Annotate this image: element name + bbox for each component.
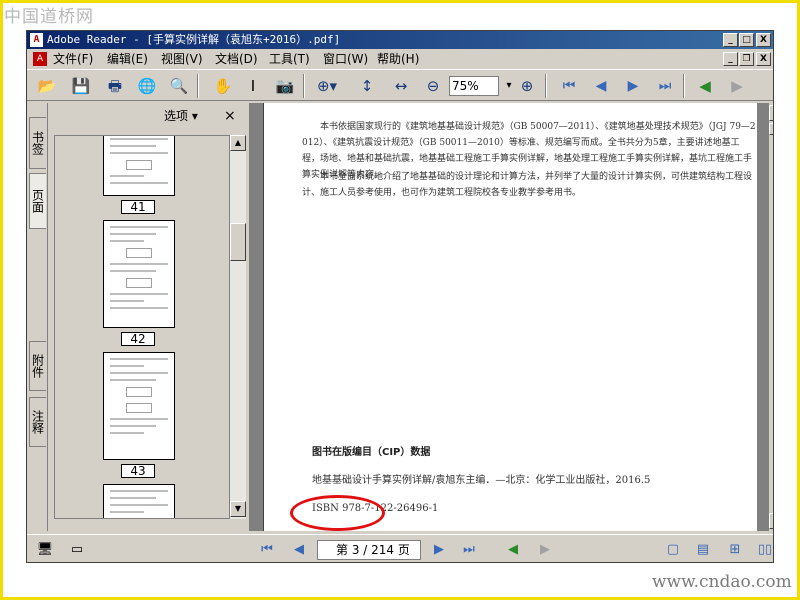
search-icon[interactable]: 🔍	[167, 74, 191, 98]
page-thumbnail[interactable]	[103, 352, 175, 460]
doc-restore-button[interactable]: ❐	[739, 52, 754, 66]
menu-file[interactable]: 文件(F)	[53, 49, 93, 69]
tab-pages[interactable]: 页面	[29, 173, 46, 229]
close-button[interactable]: X	[756, 33, 771, 47]
go-back-icon[interactable]: ◀	[503, 540, 523, 560]
continuous-page-icon[interactable]: ▤	[693, 540, 713, 560]
watermark-bottom: www.cndao.com	[652, 572, 792, 592]
document-viewer: 本书依据国家现行的《建筑地基基础设计规范》（GB 50007—2011）、《建筑…	[249, 103, 773, 531]
menu-help[interactable]: 帮助(H)	[377, 49, 419, 69]
last-page-icon[interactable]: ⏭	[653, 74, 677, 98]
navigation-tabs: 书签 页面 附件 注释	[27, 103, 47, 531]
menu-document[interactable]: 文档(D)	[215, 49, 258, 69]
doc-close-button[interactable]: X	[756, 52, 771, 66]
toolbar-separator	[197, 74, 199, 98]
go-back-icon[interactable]: ◀	[693, 74, 717, 98]
facing-pages-icon[interactable]: ⊞	[725, 540, 745, 560]
open-icon[interactable]: 📂	[35, 74, 59, 98]
options-menu[interactable]: 选项 ▾	[164, 103, 198, 129]
toolbar-separator	[545, 74, 547, 98]
zoom-add-icon[interactable]: ⊕	[515, 74, 539, 98]
continuous-facing-icon[interactable]: ▯▯	[755, 540, 773, 560]
page-number-highlight	[290, 495, 385, 531]
document-icon[interactable]: A	[33, 52, 47, 66]
document-page: 本书依据国家现行的《建筑地基基础设计规范》（GB 50007—2011）、《建筑…	[263, 103, 757, 531]
zoom-in-icon[interactable]: ⊕▾	[315, 74, 339, 98]
menu-bar: A 文件(F) 编辑(E) 视图(V) 文档(D) 工具(T) 窗口(W) 帮助…	[27, 49, 773, 69]
panel-header: 选项 ▾ ×	[48, 103, 248, 129]
next-page-icon[interactable]: ▶	[621, 74, 645, 98]
tab-attachments[interactable]: 附件	[29, 341, 46, 391]
page-number-label[interactable]: 41	[121, 200, 155, 214]
scroll-thumb[interactable]	[769, 123, 773, 135]
previous-page-icon[interactable]: ◀	[289, 540, 309, 560]
scroll-down-icon[interactable]: ▼	[230, 501, 246, 517]
document-scrollbar[interactable]: ▲ ▼	[769, 103, 773, 531]
adobe-reader-icon: A	[30, 33, 43, 47]
app-window: A Adobe Reader - [手算实例详解（袁旭东+2016）.pdf] …	[26, 30, 774, 563]
single-page-icon[interactable]: ▢	[663, 540, 683, 560]
fit-width-icon[interactable]: ↔	[389, 74, 413, 98]
page-thumbnail[interactable]	[103, 220, 175, 328]
previous-page-icon[interactable]: ◀	[589, 74, 613, 98]
title-bar: A Adobe Reader - [手算实例详解（袁旭东+2016）.pdf] …	[27, 31, 773, 49]
fit-height-icon[interactable]: ↕	[355, 74, 379, 98]
doc-minimize-button[interactable]: _	[723, 52, 738, 66]
go-forward-icon[interactable]: ▶	[535, 540, 555, 560]
snapshot-icon[interactable]: 📷	[273, 74, 297, 98]
zoom-out-icon[interactable]: ⊖	[421, 74, 445, 98]
email-icon[interactable]: 🌐	[135, 74, 159, 98]
toolbar: 📂 💾 🖶 🌐 🔍 ✋ Ⅰ 📷 ⊕▾ ↕ ↔ ⊖ 75% ▾ ⊕ ⏮ ◀ ▶ ⏭…	[27, 69, 773, 101]
scroll-down-icon[interactable]: ▼	[769, 513, 773, 529]
window-title: Adobe Reader - [手算实例详解（袁旭东+2016）.pdf]	[47, 33, 341, 46]
next-page-icon[interactable]: ▶	[429, 540, 449, 560]
tab-bookmarks[interactable]: 书签	[29, 117, 46, 169]
select-text-icon[interactable]: Ⅰ	[241, 74, 265, 98]
menu-view[interactable]: 视图(V)	[161, 49, 203, 69]
page-size-icon[interactable]: ▭	[67, 540, 87, 560]
menu-edit[interactable]: 编辑(E)	[107, 49, 148, 69]
scroll-thumb[interactable]	[230, 223, 246, 261]
document-paragraph: 本书全面系统地介绍了地基基础的设计理论和计算方法，并列举了大量的设计计算实例，可…	[302, 172, 753, 198]
menu-tools[interactable]: 工具(T)	[269, 49, 310, 69]
zoom-input[interactable]: 75%	[449, 76, 499, 96]
toolbar-separator	[683, 74, 685, 98]
page-number-label[interactable]: 42	[121, 332, 155, 346]
scroll-up-icon[interactable]: ▲	[769, 105, 773, 121]
menu-window[interactable]: 窗口(W)	[323, 49, 368, 69]
page-number-field[interactable]: 第 3 / 214 页	[317, 540, 421, 560]
page-number-label[interactable]: 43	[121, 464, 155, 478]
tab-comments[interactable]: 注释	[29, 397, 46, 447]
panel-close-icon[interactable]: ×	[224, 103, 236, 129]
minimize-button[interactable]: _	[723, 33, 738, 47]
first-page-icon[interactable]: ⏮	[557, 74, 581, 98]
pages-panel: 选项 ▾ × 41 42 43 ▲ ▼	[47, 103, 247, 531]
monitor-icon[interactable]: 🖥	[35, 540, 55, 560]
status-bar: 🖥 ▭ ⏮ ◀ 第 3 / 214 页 ▶ ⏭ ◀ ▶ ▢ ▤ ⊞ ▯▯	[27, 534, 773, 562]
hand-icon[interactable]: ✋	[211, 74, 235, 98]
print-icon[interactable]: 🖶	[103, 74, 127, 98]
save-icon[interactable]: 💾	[69, 74, 93, 98]
thumbnail-list: 41 42 43	[54, 135, 230, 519]
watermark-top: 中国道桥网	[4, 7, 94, 27]
cip-title: 图书在版编目（CIP）数据	[312, 447, 431, 458]
first-page-icon[interactable]: ⏮	[257, 540, 277, 560]
cip-text: 地基基础设计手算实例详解/袁旭东主编．—北京：化学工业出版社，2016.5	[312, 475, 651, 486]
go-forward-icon[interactable]: ▶	[725, 74, 749, 98]
maximize-button[interactable]: □	[739, 33, 754, 47]
last-page-icon[interactable]: ⏭	[459, 540, 479, 560]
page-thumbnail[interactable]	[103, 484, 175, 518]
panel-scrollbar[interactable]: ▲ ▼	[230, 135, 246, 519]
scroll-up-icon[interactable]: ▲	[230, 135, 246, 151]
toolbar-separator	[303, 74, 305, 98]
page-thumbnail[interactable]	[103, 136, 175, 196]
